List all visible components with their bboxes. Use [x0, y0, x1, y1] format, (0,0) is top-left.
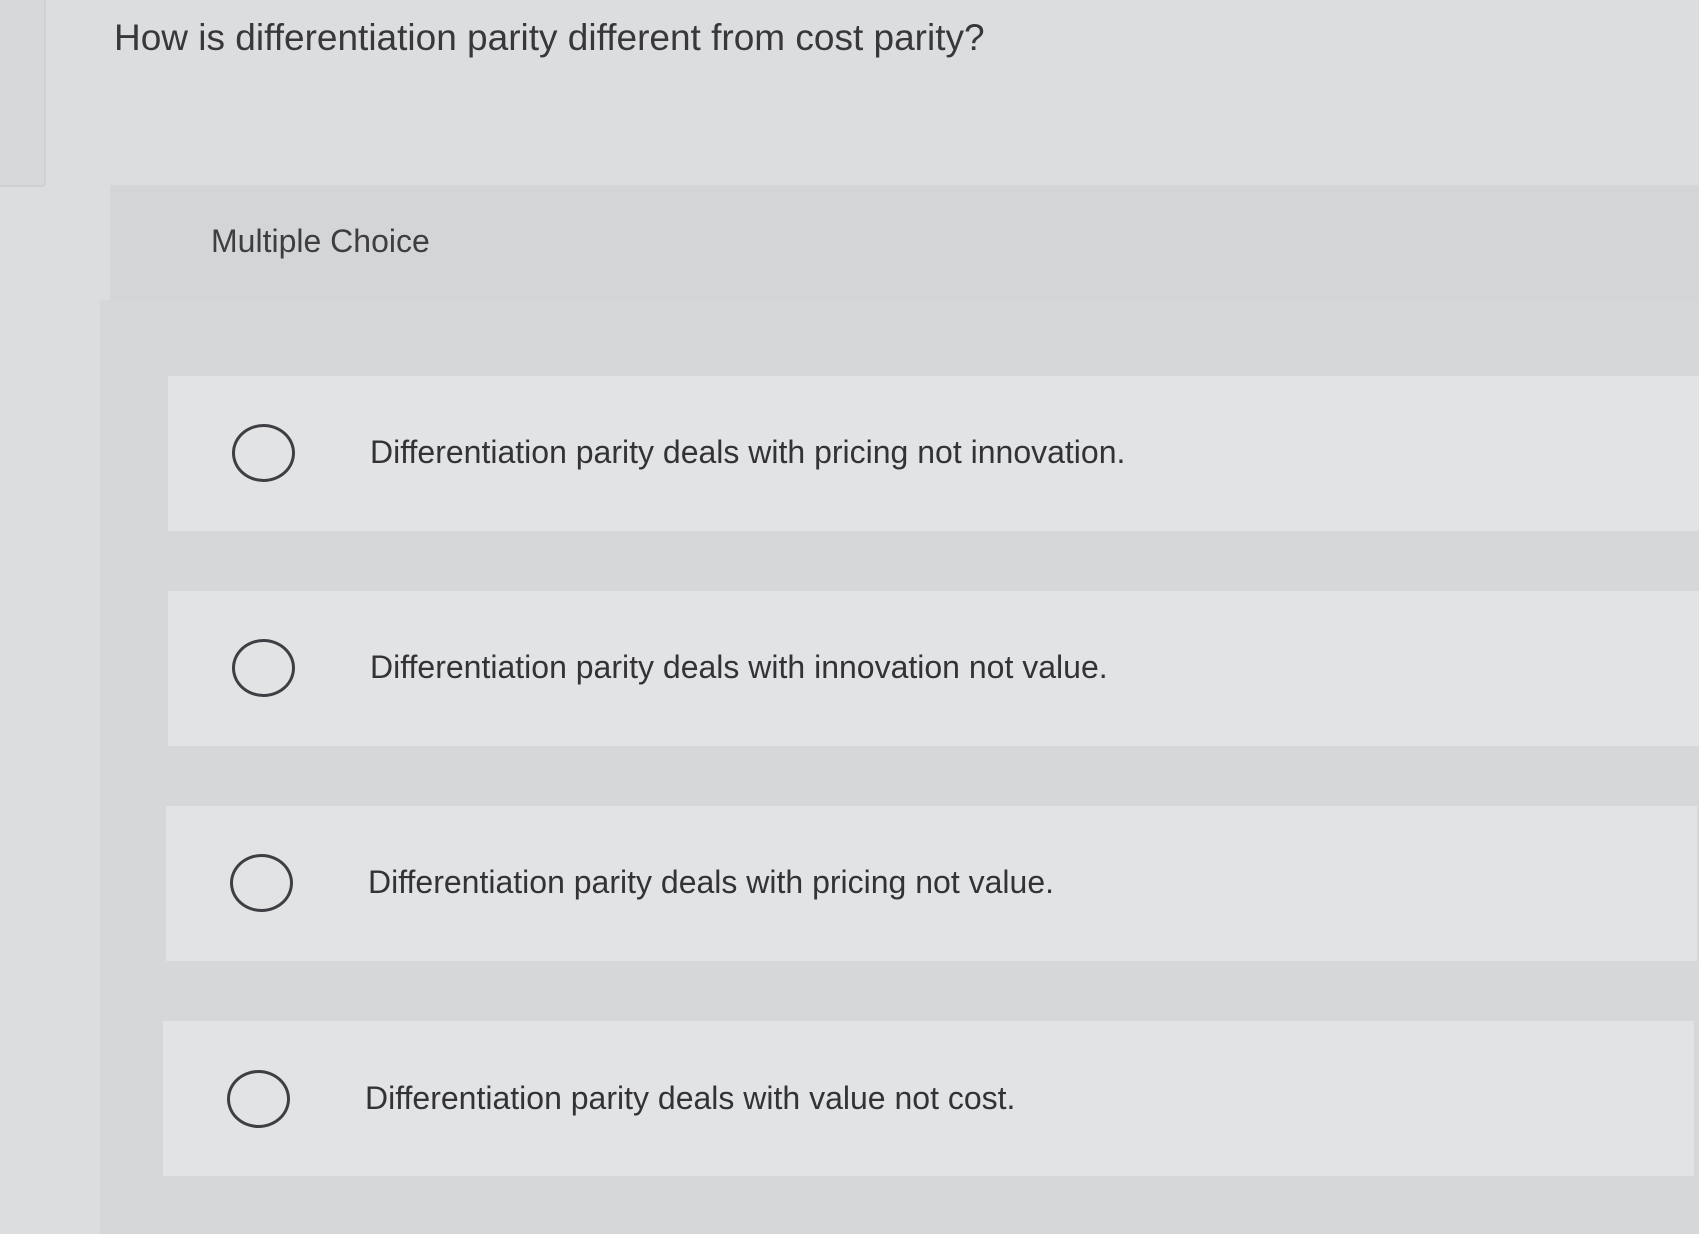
answer-option-3[interactable]: Differentiation parity deals with pricin…: [166, 806, 1697, 961]
multiple-choice-header: Multiple Choice: [110, 185, 1699, 300]
multiple-choice-label: Multiple Choice: [211, 223, 430, 259]
radio-button-3[interactable]: [230, 854, 293, 912]
answer-option-4[interactable]: Differentiation parity deals with value …: [163, 1021, 1694, 1176]
question-text: How is differentiation parity different …: [114, 17, 985, 58]
answer-option-4-label: Differentiation parity deals with value …: [365, 1080, 1016, 1116]
radio-button-2[interactable]: [232, 639, 295, 697]
answer-option-1-label: Differentiation parity deals with pricin…: [370, 434, 1126, 470]
left-panel-edge: [0, 0, 46, 187]
radio-button-4[interactable]: [227, 1070, 290, 1128]
answer-option-3-label: Differentiation parity deals with pricin…: [368, 864, 1054, 900]
answer-option-2[interactable]: Differentiation parity deals with innova…: [168, 591, 1699, 746]
answer-options: Differentiation parity deals with pricin…: [100, 300, 1699, 1234]
answer-option-1[interactable]: Differentiation parity deals with pricin…: [168, 376, 1699, 531]
radio-button-1[interactable]: [232, 424, 295, 482]
answer-option-2-label: Differentiation parity deals with innova…: [370, 649, 1108, 685]
